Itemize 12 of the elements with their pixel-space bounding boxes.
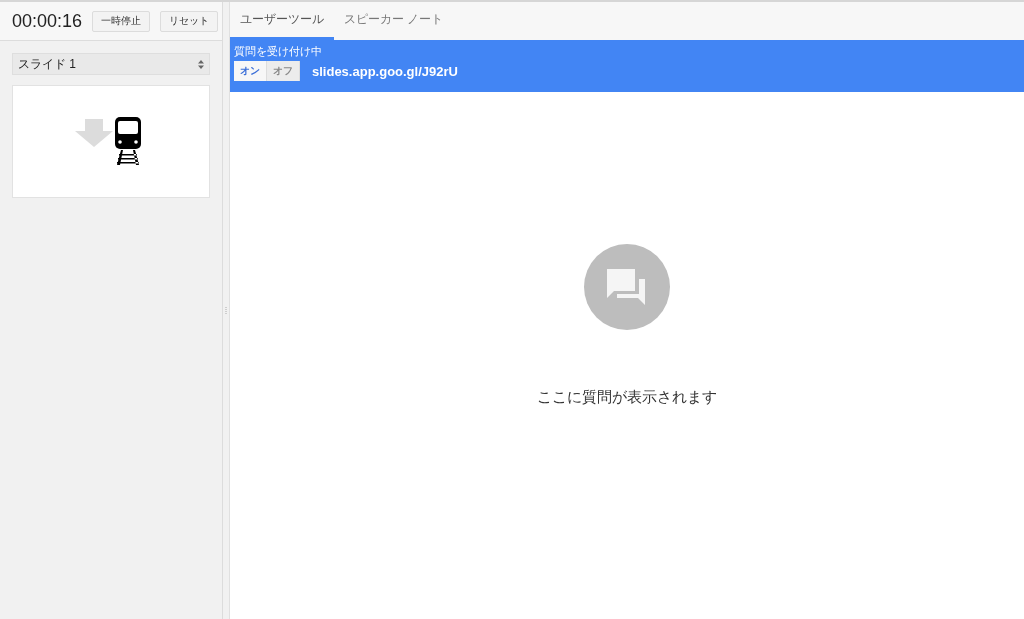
slide-select[interactable]: スライド 1 — [12, 53, 210, 75]
empty-message: ここに質問が表示されます — [537, 388, 717, 407]
timer-button[interactable]: 一時停止 — [92, 10, 151, 32]
status-label: 質問を受け付け中 — [234, 44, 323, 59]
toggle-option[interactable]: オン — [234, 61, 267, 81]
slide-thumbnail[interactable] — [12, 85, 210, 198]
updown-icon — [198, 59, 204, 69]
tab[interactable]: スピーカー ノート — [334, 2, 454, 40]
timer-display: 00:00:16 — [12, 10, 83, 32]
drag-handle-icon[interactable] — [225, 306, 227, 315]
question-link[interactable]: slides.app.goo.gl/J92rU — [312, 63, 458, 79]
timer-button[interactable]: リセット — [160, 10, 219, 32]
